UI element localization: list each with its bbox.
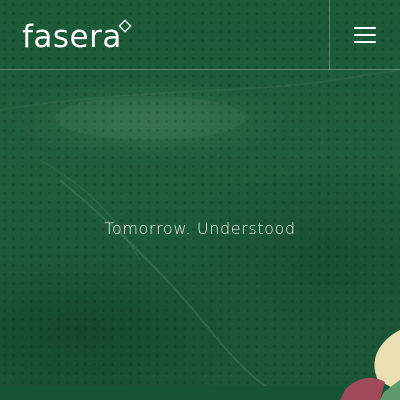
decorative-shapes (340, 330, 400, 400)
site-header: fasera (0, 0, 400, 70)
hero-tagline: Tomorrow. Understood (104, 219, 296, 238)
hero-section: fasera Tomorrow. Understood (0, 0, 400, 400)
diamond-icon (118, 19, 132, 33)
menu-button[interactable] (330, 0, 400, 70)
logo-wordmark: fasera (22, 19, 122, 55)
logo[interactable]: fasera (22, 17, 132, 57)
hamburger-menu-icon (354, 27, 376, 43)
